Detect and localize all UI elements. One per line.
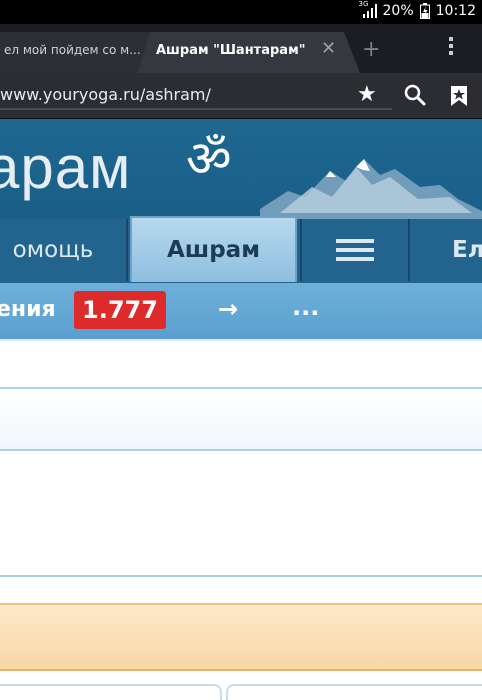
notifications-label[interactable]: ения [0,297,56,322]
site-header: арам ॐ [0,119,482,219]
site-logo-text[interactable]: арам [0,133,131,202]
content-row [0,391,482,451]
page: 3G 20% 10:12 ел мой пойдем со м... Ашрам… [0,0,482,700]
signal-icon: 3G [359,0,377,18]
bookmarks-icon[interactable] [450,85,468,107]
main-nav: омощь Ашрам Ел [0,216,482,283]
close-tab-icon[interactable]: ✕ [321,38,336,59]
tab-active[interactable]: Ашрам "Шантарам" ✕ [138,32,360,73]
more-link[interactable]: ... [292,293,319,321]
battery-icon [419,3,430,19]
tab-strip: ел мой пойдем со м... Ашрам "Шантарам" ✕… [0,24,482,73]
nav-ashram[interactable]: Ашрам [130,216,297,282]
address-bar: www.youryoga.ru/ashram/ ★ [0,73,482,119]
content-card [0,684,222,700]
notification-count-badge[interactable]: 1.777 [74,291,166,329]
hamburger-icon [336,234,374,266]
tab-title: Ашрам "Шантарам" [156,43,306,58]
mountains-icon [260,159,482,219]
content-row [0,343,482,389]
network-type: 3G [358,0,369,8]
star-icon[interactable]: ★ [357,82,377,107]
new-tab-icon[interactable]: + [362,37,380,62]
om-symbol-icon: ॐ [186,130,232,188]
search-icon[interactable] [404,84,426,106]
overflow-menu-icon[interactable] [449,37,455,59]
content-block [0,453,482,577]
url-field[interactable]: www.youryoga.ru/ashram/ [0,82,392,110]
nav-menu-button[interactable] [300,219,410,281]
spacer [0,579,482,603]
content-card [226,684,482,700]
tab-inactive[interactable]: ел мой пойдем со м... [0,32,150,73]
highlight-row [0,603,482,671]
notification-bar: ения 1.777 → ... [0,283,482,341]
nav-help[interactable]: омощь [0,219,128,281]
clock: 10:12 [435,3,476,19]
battery-percent: 20% [382,3,414,19]
status-bar: 3G 20% 10:12 [0,0,482,24]
arrow-icon[interactable]: → [218,295,238,323]
nav-last[interactable]: Ел [410,219,482,281]
url-text: www.youryoga.ru/ashram/ [0,85,211,104]
